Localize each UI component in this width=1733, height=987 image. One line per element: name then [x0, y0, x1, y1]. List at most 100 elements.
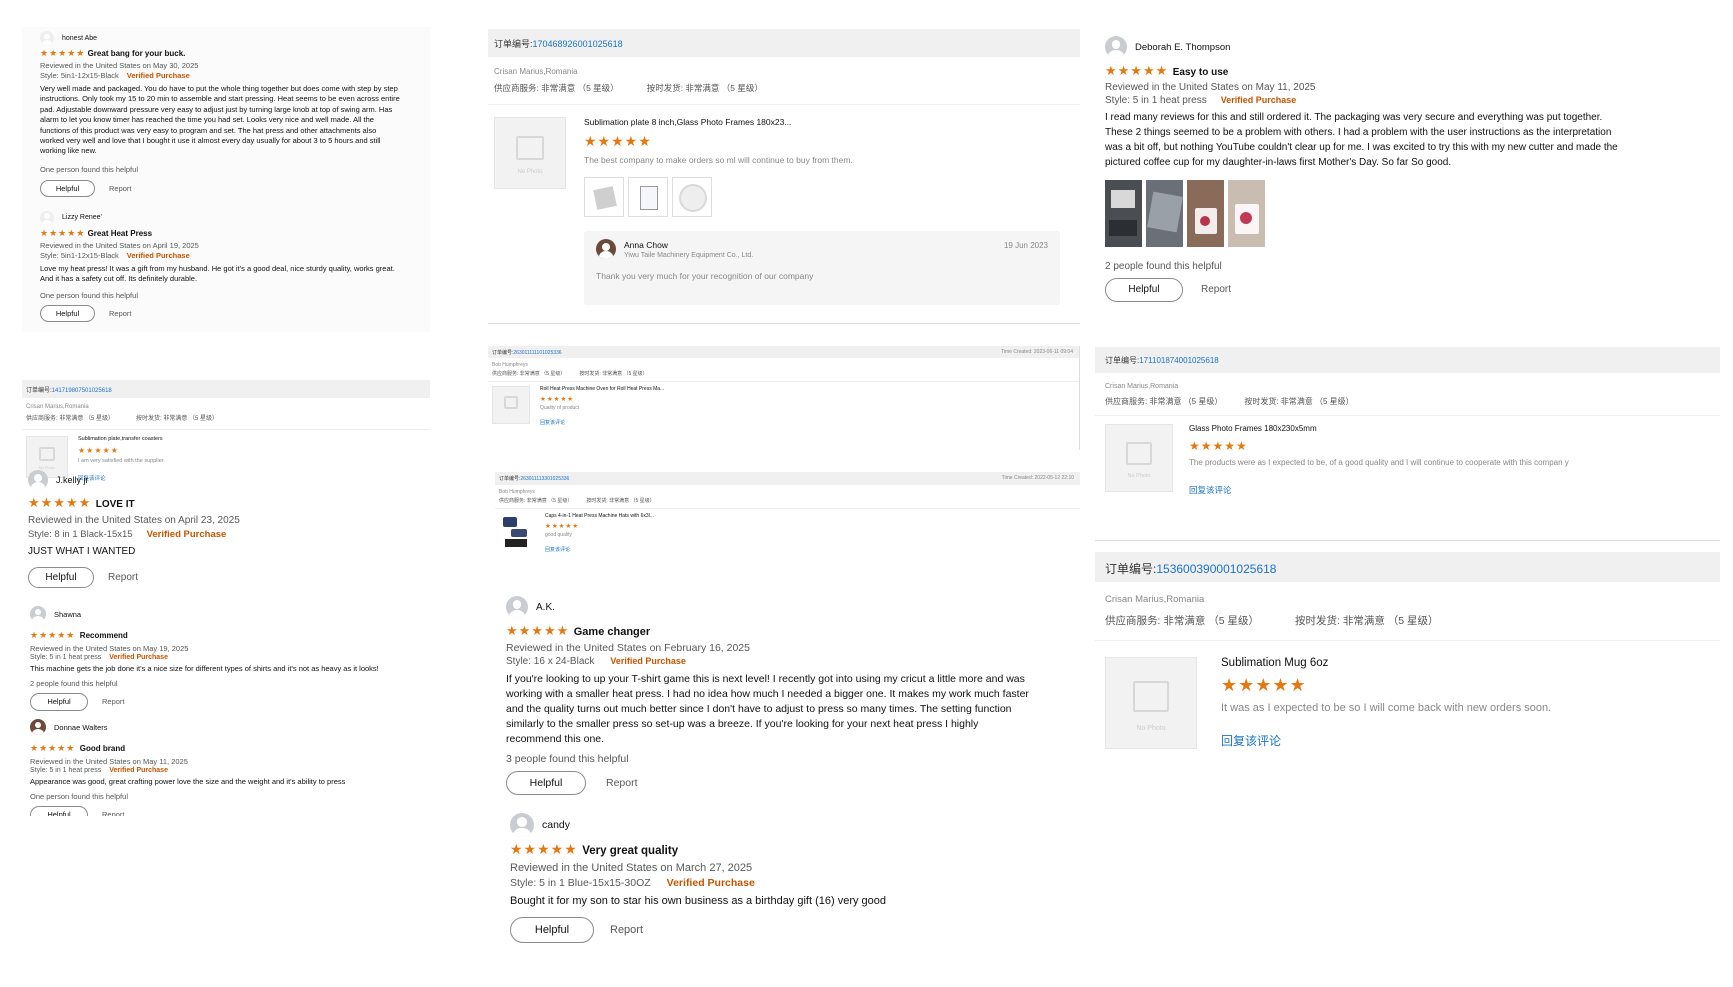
- review-photo-box[interactable]: [1105, 180, 1142, 247]
- report-link[interactable]: Report: [109, 309, 132, 318]
- review-title[interactable]: Very great quality: [582, 845, 678, 857]
- order-number-link[interactable]: 141719807501025618: [52, 388, 112, 394]
- seller-name: Anna Chow: [624, 239, 668, 250]
- review-title[interactable]: Easy to use: [1173, 67, 1229, 78]
- review-photo-frame[interactable]: [628, 177, 668, 217]
- buyer-name: Bob Humphreys: [492, 362, 528, 368]
- star-rating: ★★★★★: [78, 446, 119, 455]
- order-header: 订单编号:170468926001025618: [488, 29, 1080, 57]
- review-card: J.kelly jr ★★★★★ LOVE IT Reviewed in the…: [22, 470, 442, 588]
- product-name[interactable]: Sublimation Mug 6oz: [1221, 657, 1551, 669]
- reply-link[interactable]: 回复该评论: [1221, 732, 1551, 749]
- buyer-name: Bob Humphreys: [499, 489, 535, 495]
- helpful-button[interactable]: Helpful: [506, 771, 586, 795]
- report-link[interactable]: Report: [102, 810, 125, 816]
- product-name[interactable]: Sublimation plate,transfer coasters: [78, 436, 165, 442]
- supplier-rating: 供应商服务: 非常满意 （5 星级）: [499, 498, 573, 504]
- helpful-button[interactable]: Helpful: [510, 917, 594, 943]
- review-title[interactable]: LOVE IT: [96, 499, 135, 510]
- seller-avatar: [596, 239, 616, 259]
- avatar: [28, 470, 48, 490]
- helpful-count: 3 people found this helpful: [506, 753, 629, 765]
- report-link[interactable]: Report: [108, 572, 138, 583]
- review-style[interactable]: Style: 5in1-12x15-Black: [40, 71, 119, 80]
- helpful-count: One person found this helpful: [40, 290, 138, 300]
- review-photos: [584, 177, 1064, 217]
- helpful-button[interactable]: Helpful: [28, 567, 94, 588]
- review-style[interactable]: Style: 5 in 1 heat press: [30, 654, 101, 661]
- product-image: [492, 386, 530, 424]
- helpful-count: 2 people found this helpful: [30, 679, 118, 688]
- review-title[interactable]: Great bang for your buck.: [88, 49, 186, 58]
- report-link[interactable]: Report: [610, 924, 643, 936]
- helpful-button[interactable]: Helpful: [1105, 278, 1183, 302]
- review-comment: good quality: [545, 532, 572, 538]
- order-header: 订单编号:263011113301025336 Time Created: 202…: [495, 472, 1080, 485]
- review-photo-coaster[interactable]: [672, 177, 712, 217]
- shipping-rating: 按时发货: 非常满意 （5 星级）: [579, 371, 648, 377]
- reviewer-name: Shawna: [54, 609, 82, 619]
- reply-link[interactable]: 回复该评论: [545, 546, 654, 553]
- order-header: 订单编号:141719807501025618: [22, 380, 430, 398]
- buyer-name: Crisan Marius,Romania: [1105, 594, 1205, 605]
- star-rating: ★★★★★: [30, 630, 76, 640]
- review-date: Reviewed in the United States on May 19,…: [30, 644, 189, 653]
- reviewer-name: J.kelly jr: [56, 475, 89, 485]
- report-link[interactable]: Report: [109, 184, 132, 193]
- avatar: [510, 813, 534, 837]
- report-link[interactable]: Report: [1201, 284, 1231, 295]
- order-time: Time Created: 2023-06-11 09:04: [1001, 349, 1073, 355]
- review-comment: It was as I expected to be so I will com…: [1221, 702, 1552, 714]
- review-photo-mug-1[interactable]: [1187, 180, 1224, 247]
- star-rating: ★★★★★: [1221, 675, 1307, 695]
- review-card: Shawna ★★★★★ Recommend Reviewed in the U…: [22, 606, 442, 711]
- product-name[interactable]: Caps 4-in-1 Heat Press Machine Hats with…: [545, 513, 654, 519]
- verified-badge: Verified Purchase: [610, 656, 686, 666]
- review-date: Reviewed in the United States on May 11,…: [30, 757, 188, 766]
- order-header: 订单编号:153600390001025618: [1095, 552, 1720, 582]
- order-number-link[interactable]: 170468926001025618: [533, 39, 623, 49]
- product-name[interactable]: Roll Heat Press Machine Oven for Roll He…: [540, 386, 664, 392]
- shipping-rating: 按时发货: 非常满意 （5 星级）: [136, 416, 219, 422]
- helpful-button[interactable]: Helpful: [30, 693, 88, 711]
- avatar: [40, 210, 54, 225]
- helpful-button[interactable]: Helpful: [30, 806, 88, 816]
- review-style[interactable]: Style: 5 in 1 heat press: [30, 767, 101, 774]
- helpful-button[interactable]: Helpful: [40, 179, 95, 197]
- order-time: Time Created: 2022-05-12 22:10: [1001, 475, 1074, 481]
- star-rating: ★★★★★: [40, 48, 86, 58]
- review-photo-mug-2[interactable]: [1228, 180, 1265, 247]
- review-body: If you're looking to up your T-shirt gam…: [506, 673, 1029, 745]
- product-image: No Photo: [1105, 657, 1197, 749]
- review-title[interactable]: Good brand: [80, 744, 125, 753]
- review-style[interactable]: Style: 5in1-12x15-Black: [40, 251, 119, 260]
- order-number-link[interactable]: 263011113301025336: [520, 476, 569, 482]
- report-link[interactable]: Report: [606, 777, 638, 789]
- product-name[interactable]: Glass Photo Frames 180x230x5mm: [1189, 424, 1619, 433]
- product-image: [499, 513, 535, 551]
- review-panel-top-right: Deborah E. Thompson ★★★★★ Easy to use Re…: [1105, 36, 1625, 336]
- reply-link[interactable]: 回复该评论: [540, 419, 664, 426]
- review-title[interactable]: Recommend: [80, 631, 128, 640]
- reply-text: Thank you very much for your recognition…: [596, 271, 814, 281]
- star-rating: ★★★★★: [1189, 439, 1248, 453]
- review-photo-plate[interactable]: [584, 177, 624, 217]
- review-title[interactable]: Game changer: [574, 626, 650, 638]
- seller-company: Yiwu Taile Machinery Equipment Co., Ltd.: [624, 251, 754, 259]
- review-photo-package[interactable]: [1146, 180, 1183, 247]
- review-style[interactable]: Style: 8 in 1 Black-15x15: [28, 529, 133, 540]
- report-link[interactable]: Report: [102, 697, 125, 706]
- review-style[interactable]: Style: 16 x 24-Black: [506, 656, 594, 667]
- review-style[interactable]: Style: 5 in 1 heat press: [1105, 95, 1207, 106]
- order-number-link[interactable]: 263011111101025336: [513, 350, 561, 356]
- review-style[interactable]: Style: 5 in 1 Blue-15x15-30OZ: [510, 877, 651, 889]
- review-date: Reviewed in the United States on May 11,…: [1105, 82, 1316, 93]
- review-title[interactable]: Great Heat Press: [88, 229, 152, 238]
- reply-link[interactable]: 回复该评论: [1189, 484, 1619, 496]
- product-name[interactable]: Sublimation plate 8 inch,Glass Photo Fra…: [584, 117, 1064, 127]
- star-rating: ★★★★★: [40, 227, 86, 238]
- helpful-button[interactable]: Helpful: [40, 304, 95, 322]
- order-panel-right-bottom: 订单编号:153600390001025618 Crisan Marius,Ro…: [1095, 552, 1720, 762]
- order-number-link[interactable]: 153600390001025618: [1156, 562, 1276, 576]
- order-number-link[interactable]: 171101874001025618: [1139, 356, 1219, 365]
